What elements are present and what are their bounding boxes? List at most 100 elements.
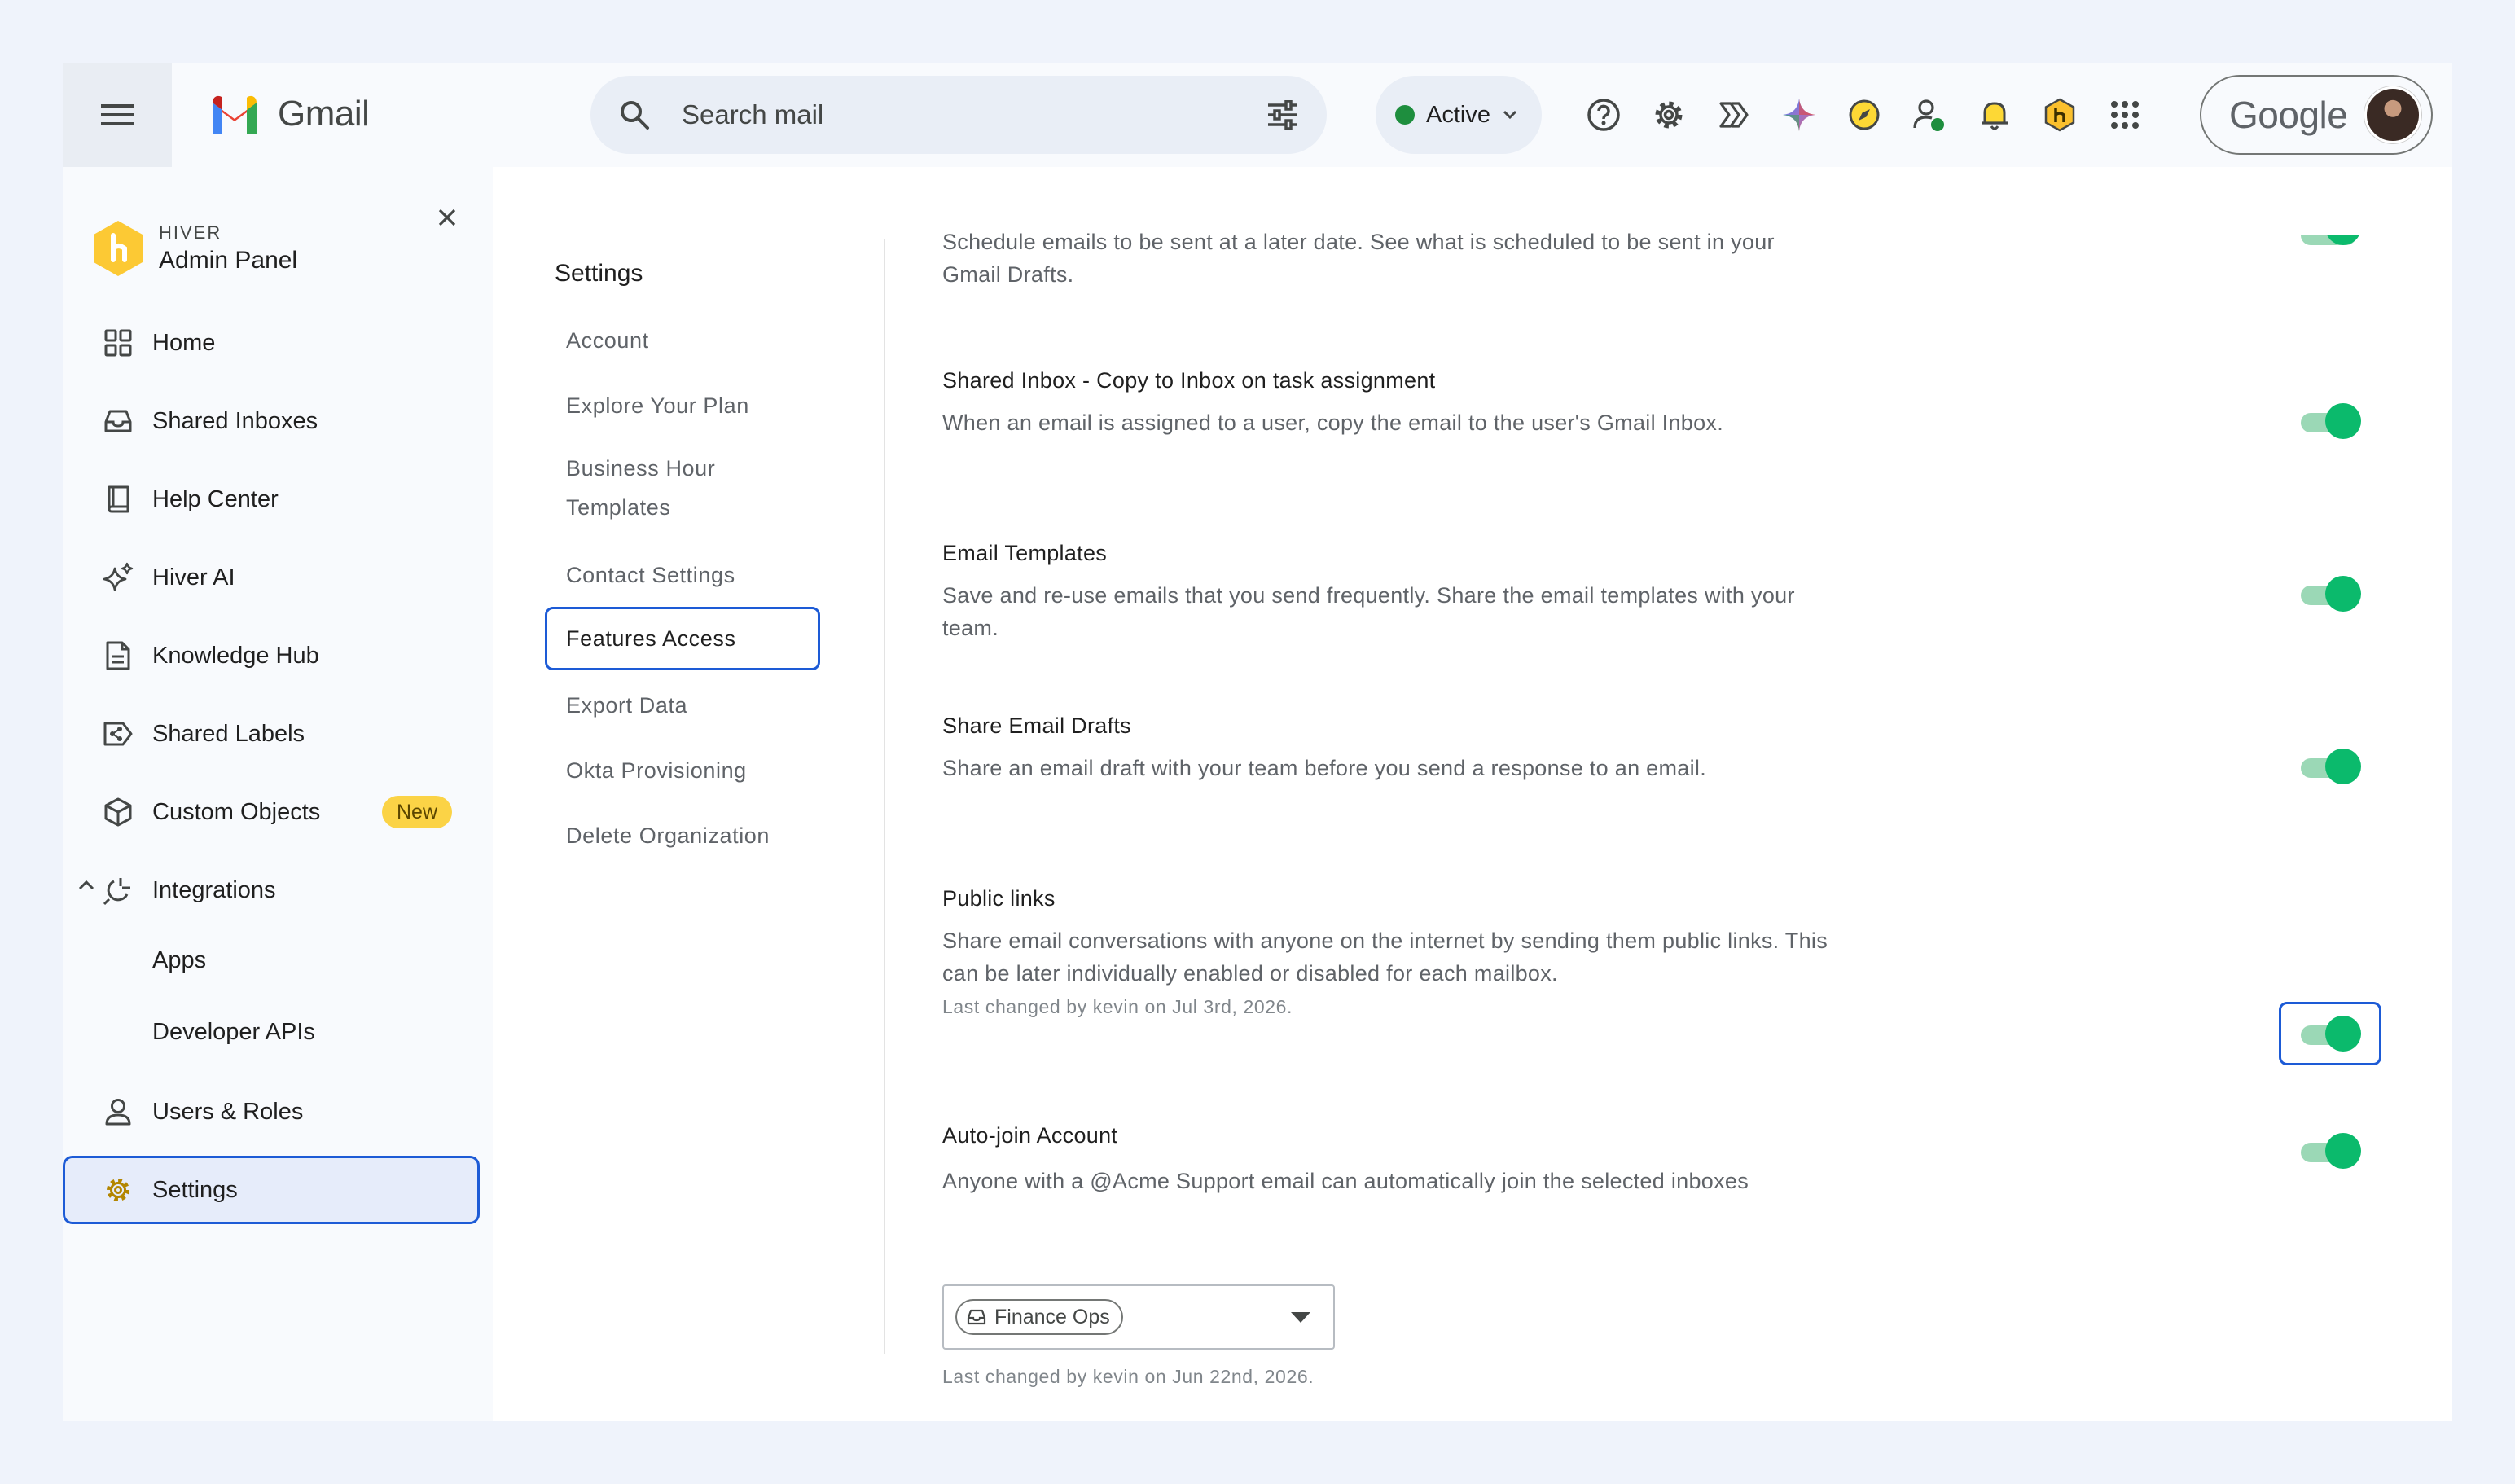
feature-toggle-schedule-send[interactable]: [2301, 235, 2361, 261]
nav-item-shared-inboxes[interactable]: Shared Inboxes: [63, 389, 493, 454]
feature-toggle-email-templates[interactable]: [2301, 576, 2361, 612]
settings-nav-export-data[interactable]: Export Data: [545, 674, 820, 737]
feature-auto-join-account: Auto-join Account Anyone with a @Acme Su…: [942, 1123, 1838, 1197]
sparkle-icon: [100, 560, 136, 595]
apps-grid-icon: [2111, 101, 2139, 129]
grid-icon: [100, 325, 136, 361]
nav-label: Shared Inboxes: [152, 407, 318, 434]
book-icon: [100, 481, 136, 517]
auto-join-inbox-select[interactable]: Finance Ops: [942, 1284, 1335, 1350]
nav-item-help-center[interactable]: Help Center: [63, 467, 493, 532]
settings-nav-business-hour-templates[interactable]: Business Hour Templates: [545, 439, 820, 529]
hiver-extension-button[interactable]: [2027, 89, 2092, 141]
notifications-button[interactable]: [1962, 89, 2027, 141]
nav-label: Hiver AI: [152, 564, 235, 591]
nav-label: Settings: [152, 1176, 238, 1203]
close-admin-panel-button[interactable]: [428, 198, 467, 237]
nav-item-knowledge-hub[interactable]: Knowledge Hub: [63, 623, 493, 688]
settings-nav-contact-settings[interactable]: Contact Settings: [545, 543, 820, 607]
nav-label: Shared Labels: [152, 720, 305, 747]
workflow-button[interactable]: [1701, 89, 1767, 141]
settings-nav-okta-provisioning[interactable]: Okta Provisioning: [545, 739, 820, 802]
gmail-window: Gmail Search mail Active Google HIVER Ad…: [63, 63, 2452, 1421]
hiver-logo-icon: [94, 221, 143, 276]
google-apps-button[interactable]: [2092, 89, 2157, 141]
search-options-icon[interactable]: [1266, 100, 1299, 130]
gemini-sparkle-icon: [1783, 99, 1815, 131]
plug-icon: [100, 872, 136, 908]
nav-label: Developer APIs: [152, 1018, 315, 1045]
selected-inbox-label: Finance Ops: [994, 1305, 1110, 1328]
user-icon: [100, 1094, 136, 1130]
feature-title: Share Email Drafts: [942, 713, 1131, 738]
feature-toggle-auto-join-account[interactable]: [2301, 1133, 2361, 1169]
admin-panel-title: Admin Panel: [159, 247, 298, 274]
feature-email-templates: Email Templates Save and re-use emails t…: [942, 541, 1838, 644]
dropdown-arrow-icon[interactable]: [1291, 1312, 1310, 1323]
settings-content: Settings Account Explore Your Plan Busin…: [493, 167, 2452, 1421]
document-icon: [100, 638, 136, 674]
gear-icon: [100, 1172, 136, 1208]
nav-item-shared-labels[interactable]: Shared Labels: [63, 701, 493, 766]
nav-item-settings[interactable]: Settings: [63, 1156, 480, 1224]
feature-public-links: Public links Share email conversations w…: [942, 886, 1838, 1018]
feature-title: Public links: [942, 886, 1056, 911]
hiver-discover-button[interactable]: [1832, 89, 1897, 141]
nav-item-developer-apis[interactable]: Developer APIs: [63, 999, 493, 1065]
settings-nav-features-access[interactable]: Features Access: [545, 607, 820, 670]
status-label: Active: [1426, 101, 1490, 128]
selected-inbox-chip[interactable]: Finance Ops: [955, 1299, 1123, 1335]
new-badge: New: [382, 796, 453, 828]
feature-description: When an email is assigned to a user, cop…: [942, 411, 1724, 435]
feature-description: Schedule emails to be sent at a later da…: [942, 230, 1775, 287]
double-chevron-icon: [1719, 102, 1749, 128]
status-selector[interactable]: Active: [1376, 76, 1542, 154]
help-button[interactable]: [1571, 89, 1636, 141]
gemini-button[interactable]: [1767, 89, 1832, 141]
settings-nav-explore-your-plan[interactable]: Explore Your Plan: [545, 374, 820, 437]
nav-item-integrations[interactable]: Integrations: [63, 858, 493, 923]
hiver-user-status-button[interactable]: [1897, 89, 1962, 141]
feature-toggle-copy-to-inbox[interactable]: [2301, 403, 2361, 439]
settings-divider: [884, 239, 885, 1354]
main-menu-button[interactable]: [63, 63, 172, 167]
toggle-knob: [2325, 1016, 2361, 1052]
search-input[interactable]: Search mail: [682, 99, 1266, 130]
inbox-icon: [967, 1309, 986, 1325]
nav-item-apps[interactable]: Apps: [63, 928, 493, 993]
gmail-wordmark: Gmail: [278, 94, 370, 134]
cube-icon: [100, 794, 136, 830]
admin-panel-sidebar: HIVER Admin Panel Home Shared Inboxes He…: [63, 167, 493, 1421]
user-status-icon: [1913, 99, 1944, 131]
google-account-button[interactable]: Google: [2200, 75, 2433, 155]
settings-title: Settings: [555, 260, 643, 287]
settings-button[interactable]: [1636, 89, 1701, 141]
feature-last-changed: Last changed by kevin on Jul 3rd, 2026.: [942, 996, 1293, 1017]
toggle-knob: [2325, 403, 2361, 439]
hiver-hexagon-icon: [2044, 98, 2075, 132]
gmail-m-icon: [213, 95, 257, 134]
admin-panel-header: HIVER Admin Panel: [90, 219, 297, 278]
search-bar[interactable]: Search mail: [590, 76, 1327, 154]
feature-share-email-drafts: Share Email Drafts Share an email draft …: [942, 713, 1838, 784]
nav-item-hiver-ai[interactable]: Hiver AI: [63, 545, 493, 610]
settings-nav-account[interactable]: Account: [545, 309, 820, 372]
chevron-up-icon: [78, 880, 94, 890]
feature-title: Shared Inbox - Copy to Inbox on task ass…: [942, 368, 1436, 393]
feature-description: Share an email draft with your team befo…: [942, 756, 1707, 780]
hamburger-icon: [101, 104, 134, 125]
avatar: [2364, 86, 2421, 143]
close-icon: [438, 209, 456, 226]
feature-copy-to-inbox: Shared Inbox - Copy to Inbox on task ass…: [942, 368, 1838, 439]
settings-nav-delete-organization[interactable]: Delete Organization: [545, 804, 820, 867]
gmail-logo[interactable]: Gmail: [209, 94, 370, 134]
feature-title: Auto-join Account: [942, 1123, 1118, 1148]
feature-toggle-share-email-drafts[interactable]: [2301, 749, 2361, 784]
nav-item-custom-objects[interactable]: Custom Objects New: [63, 779, 493, 845]
feature-schedule-send: Schedule emails to be sent at a later da…: [942, 226, 1838, 291]
nav-item-home[interactable]: Home: [63, 310, 493, 375]
feature-toggle-public-links[interactable]: [2301, 1016, 2361, 1052]
nav-label: Help Center: [152, 485, 279, 512]
bell-icon: [1982, 102, 2008, 130]
nav-item-users-roles[interactable]: Users & Roles: [63, 1079, 493, 1144]
